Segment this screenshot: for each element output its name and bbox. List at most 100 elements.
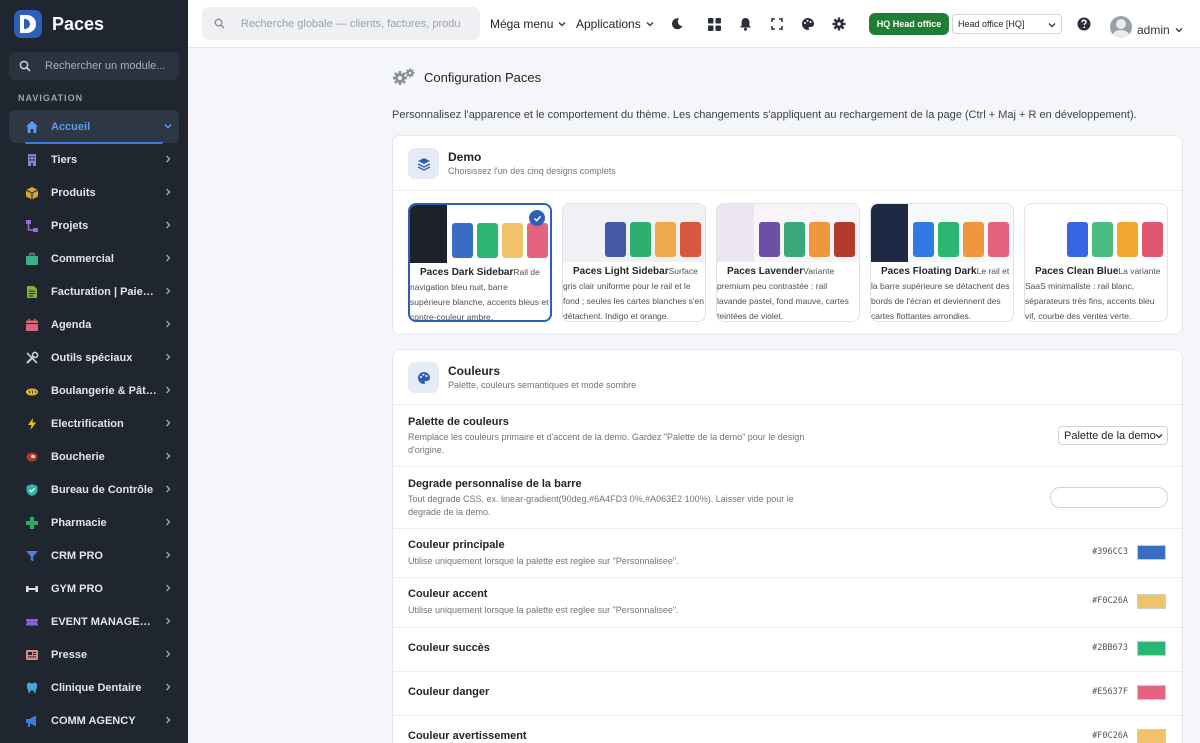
- bolt-icon: [25, 417, 39, 431]
- color-picker[interactable]: [1137, 545, 1166, 560]
- sidebar-item-label: Bureau de Contrôle: [51, 483, 154, 496]
- demo-option-paces-floating-dark[interactable]: Paces Floating DarkLe rail et la barre s…: [870, 203, 1014, 322]
- sidebar-item-label: Produits: [51, 186, 96, 199]
- demo-swatch: [834, 222, 855, 257]
- sidebar-item-commercial[interactable]: Commercial: [9, 242, 179, 275]
- topbar: Méga menu Applications HQ Head office He…: [188, 0, 1200, 48]
- apps-grid-button[interactable]: [706, 16, 722, 32]
- sidebar-item-bureau-de-contr-le[interactable]: Bureau de Contrôle: [9, 473, 179, 506]
- sitemap-icon: [25, 219, 39, 233]
- chevron-right-icon: [166, 320, 171, 328]
- color-hex: #2BB673: [1092, 643, 1128, 653]
- demo-swatch: [988, 222, 1009, 257]
- chevron-right-icon: [166, 683, 171, 691]
- brand-logo-icon: [14, 10, 42, 38]
- sidebar-item-electrification[interactable]: Electrification: [9, 407, 179, 440]
- brand[interactable]: Paces: [0, 0, 188, 48]
- color-hex: #E5637F: [1092, 687, 1128, 697]
- box-icon: [25, 186, 39, 200]
- avatar[interactable]: [1110, 16, 1132, 38]
- sidebar-item-agenda[interactable]: Agenda: [9, 308, 179, 341]
- chevron-right-icon: [166, 584, 171, 592]
- demo-name: Paces Dark Sidebar: [420, 267, 514, 278]
- help-button[interactable]: [1076, 16, 1092, 32]
- sidebar-item-clinique-dentaire[interactable]: Clinique Dentaire: [9, 671, 179, 704]
- demo-swatches: [605, 222, 701, 257]
- demo-swatch: [809, 222, 830, 257]
- palette-select[interactable]: Palette de la demo: [1058, 426, 1168, 445]
- gradient-input[interactable]: [1050, 487, 1168, 508]
- sidebar-item-comm-agency[interactable]: COMM AGENCY: [9, 704, 179, 737]
- moon-icon: [671, 18, 683, 30]
- sidebar-item-label: Clinique Dentaire: [51, 681, 142, 694]
- color-hex: #F0C26A: [1092, 731, 1128, 741]
- sidebar-item-boucherie[interactable]: Boucherie: [9, 440, 179, 473]
- demo-rail: [871, 204, 908, 262]
- color-label: Couleur succès: [408, 642, 490, 654]
- demo-rail: [1025, 204, 1062, 262]
- notifications-button[interactable]: [737, 16, 753, 32]
- sidebar-item-gym-pro[interactable]: GYM PRO: [9, 572, 179, 605]
- user-menu[interactable]: admin: [1137, 23, 1183, 37]
- office-select[interactable]: Head office [HQ]: [952, 14, 1062, 34]
- chevron-right-icon: [166, 287, 171, 295]
- demo-swatch: [630, 222, 651, 257]
- sidebar-item-label: Tiers: [51, 153, 78, 166]
- demo-swatch: [784, 222, 805, 257]
- fullscreen-button[interactable]: [769, 16, 785, 32]
- module-search-input[interactable]: [45, 60, 175, 72]
- calendar-icon: [25, 318, 39, 332]
- color-picker[interactable]: [1137, 685, 1166, 700]
- dumbbell-icon: [25, 582, 39, 596]
- demo-text: Paces Clean BlueLa variante SaaS minimal…: [1025, 264, 1167, 321]
- settings-button[interactable]: [831, 16, 847, 32]
- global-search-input[interactable]: [241, 17, 461, 30]
- demo-option-paces-light-sidebar[interactable]: Paces Light SidebarSurface gris clair un…: [562, 203, 706, 322]
- sidebar-item-event-management[interactable]: EVENT MANAGEMENT: [9, 605, 179, 638]
- hq-badge[interactable]: HQ Head office: [869, 13, 949, 35]
- sidebar-item-presse[interactable]: Presse: [9, 638, 179, 671]
- newspaper-icon: [25, 648, 39, 662]
- color-picker[interactable]: [1137, 594, 1166, 609]
- sidebar-item-crm-pro[interactable]: CRM PRO: [9, 539, 179, 572]
- meat-icon: [25, 450, 39, 464]
- demo-swatches: [913, 222, 1009, 257]
- demo-name: Paces Floating Dark: [881, 266, 977, 277]
- sidebar-item-tiers[interactable]: Tiers: [9, 143, 179, 176]
- gear-icon: [832, 17, 846, 31]
- chevron-right-icon: [166, 485, 171, 493]
- demo-card-header: Demo Choisissez l'un des cinq designs co…: [393, 136, 1182, 191]
- sidebar-item-outils-sp-ciaux[interactable]: Outils spéciaux: [9, 341, 179, 374]
- sidebar-item-projets[interactable]: Projets: [9, 209, 179, 242]
- color-hex: #396CC3: [1092, 547, 1128, 557]
- sidebar-item-produits[interactable]: Produits: [9, 176, 179, 209]
- demo-option-paces-clean-blue[interactable]: Paces Clean BlueLa variante SaaS minimal…: [1024, 203, 1168, 322]
- color-label: Couleur danger: [408, 686, 490, 698]
- color-picker[interactable]: [1137, 641, 1166, 656]
- sidebar-item-boulangerie-p-tisserie[interactable]: Boulangerie & Pâtisserie: [9, 374, 179, 407]
- mega-menu[interactable]: Méga menu: [490, 17, 566, 31]
- sidebar-item-facturation-paiement[interactable]: Facturation | Paiement: [9, 275, 179, 308]
- demo-swatch: [605, 222, 626, 257]
- demo-options: Paces Dark SidebarRail de navigation ble…: [408, 203, 1168, 322]
- demo-rail: [717, 204, 754, 262]
- demo-name: Paces Light Sidebar: [573, 266, 669, 277]
- chevron-down-icon: [1175, 28, 1183, 33]
- dark-mode-toggle[interactable]: [669, 16, 685, 32]
- sidebar-item-label: Boulangerie & Pâtisserie: [51, 384, 159, 397]
- demo-preview: [1025, 204, 1167, 262]
- color-picker[interactable]: [1137, 729, 1166, 743]
- demo-option-paces-lavender[interactable]: Paces LavenderVariante premium peu contr…: [716, 203, 860, 322]
- sidebar-item-accueil[interactable]: Accueil: [9, 110, 179, 144]
- demo-rail: [410, 205, 447, 263]
- sidebar-item-label: Projets: [51, 219, 89, 232]
- page-description: Personnalisez l'apparence et le comporte…: [392, 109, 1137, 121]
- sidebar-item-label: CRM PRO: [51, 549, 103, 562]
- sidebar-item-pharmacie[interactable]: Pharmacie: [9, 506, 179, 539]
- theme-palette-button[interactable]: [800, 16, 816, 32]
- demo-swatch: [680, 222, 701, 257]
- demo-swatches: [1067, 222, 1163, 257]
- demo-option-paces-dark-sidebar[interactable]: Paces Dark SidebarRail de navigation ble…: [408, 203, 552, 322]
- sidebar-item-label: Presse: [51, 648, 88, 661]
- applications-menu[interactable]: Applications: [576, 17, 654, 31]
